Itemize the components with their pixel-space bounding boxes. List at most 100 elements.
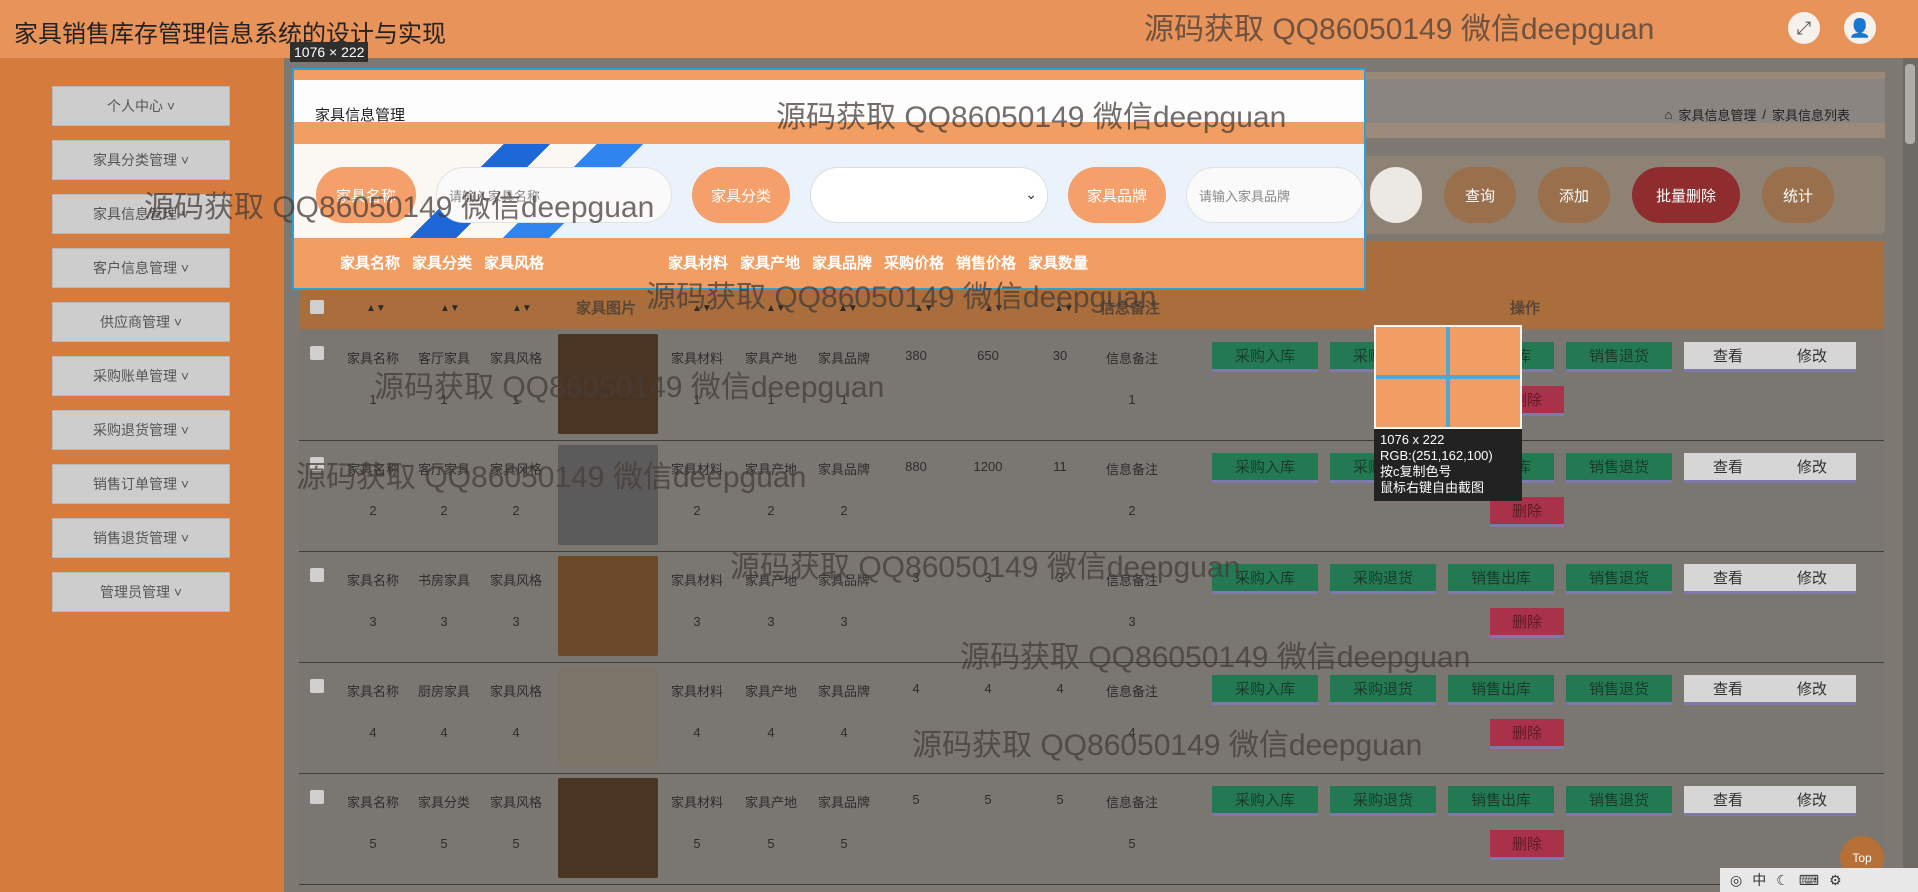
edit-button[interactable]: 修改 [1768,342,1856,372]
cell-brand-value: 1 [840,392,848,407]
sidebar-item-furniture[interactable]: 家具信息管理 ˅ [52,194,230,234]
user-icon[interactable]: 👤 [1844,12,1876,44]
cell-remark-value: 2 [1128,503,1136,518]
stats-button[interactable]: 统计 [1762,167,1834,223]
column-header-image: 家具图片 [576,300,637,317]
cell-remark-value: 3 [1128,614,1136,629]
cell-name: 家具名称 [346,795,399,810]
cell-style-value: 3 [512,614,520,629]
purchase-in-button[interactable]: 采购入库 [1212,453,1318,483]
sort-icon[interactable]: ▲▼ [984,303,1004,314]
furniture-image [558,778,658,878]
row-checkbox[interactable] [310,679,324,693]
sidebar-item-customer[interactable]: 客户信息管理 ˅ [52,248,230,288]
breadcrumb-item[interactable]: 家具信息管理 [1678,105,1756,124]
sort-icon[interactable]: ▲▼ [838,303,858,314]
sort-icon[interactable]: ▲▼ [1054,303,1074,314]
sales-out-button[interactable]: 销售出库 [1448,675,1554,705]
purchase-in-button[interactable]: 采购入库 [1212,342,1318,372]
cell-remark: 信息备注 [1105,684,1158,699]
keyboard-icon[interactable]: ⌨ [1799,872,1819,889]
sidebar-item-admin[interactable]: 管理员管理 ˅ [52,572,230,612]
sidebar-item-sales-return[interactable]: 销售退货管理 ˅ [52,518,230,558]
view-button[interactable]: 查看 [1684,564,1772,594]
home-icon[interactable]: ⌂ [1664,107,1672,122]
sales-out-button[interactable]: 销售出库 [1448,786,1554,816]
view-button[interactable]: 查看 [1684,342,1772,372]
cell-buy: 4 [912,681,920,696]
delete-button[interactable]: 删除 [1490,497,1564,527]
cell-mat: 家具材料 [670,684,723,699]
cell-brand-value: 2 [840,503,848,518]
delete-button[interactable]: 删除 [1490,830,1564,860]
row-checkbox[interactable] [310,346,324,360]
view-button[interactable]: 查看 [1684,786,1772,816]
settings-icon[interactable]: ⚙ [1829,872,1842,889]
cell-mat: 家具材料 [670,573,723,588]
sidebar-item-sales-order[interactable]: 销售订单管理 ˅ [52,464,230,504]
edit-button[interactable]: 修改 [1768,564,1856,594]
cell-style: 家具风格 [489,351,542,366]
batch-delete-button[interactable]: 批量删除 [1632,167,1740,223]
select-all-checkbox[interactable] [310,300,324,314]
sales-return-button[interactable]: 销售退货 [1566,675,1672,705]
cell-style-value: 1 [512,392,520,407]
scrollbar-thumb[interactable] [1905,64,1915,144]
purchase-in-button[interactable]: 采购入库 [1212,786,1318,816]
furniture-image [558,556,658,656]
sidebar-item-profile[interactable]: 个人中心 ˅ [52,86,230,126]
row-checkbox[interactable] [310,457,324,471]
sort-icon[interactable]: ▲▼ [512,303,532,314]
row-checkbox[interactable] [310,568,324,582]
cell-cat: 客厅家具 [417,351,470,366]
sales-return-button[interactable]: 销售退货 [1566,342,1672,372]
edit-button[interactable]: 修改 [1768,675,1856,705]
language-indicator[interactable]: 中 [1752,870,1766,890]
sidebar-item-purchase-bill[interactable]: 采购账单管理 ˅ [52,356,230,396]
cell-style-value: 4 [512,725,520,740]
fullscreen-icon[interactable]: ⤢ [1788,12,1820,44]
sidebar-item-category[interactable]: 家具分类管理 ˅ [52,140,230,180]
view-button[interactable]: 查看 [1684,453,1772,483]
edit-button[interactable]: 修改 [1768,786,1856,816]
sort-icon[interactable]: ▲▼ [766,303,786,314]
cell-cat: 厨房家具 [417,684,470,699]
purchase-return-button[interactable]: 采购退货 [1330,786,1436,816]
cell-brand: 家具品牌 [817,573,870,588]
sidebar-item-supplier[interactable]: 供应商管理 ˅ [52,302,230,342]
purchase-return-button[interactable]: 采购退货 [1330,564,1436,594]
view-button[interactable]: 查看 [1684,675,1772,705]
sales-return-button[interactable]: 销售退货 [1566,453,1672,483]
breadcrumb: ⌂ 家具信息管理 / 家具信息列表 [1664,105,1850,124]
cell-style: 家具风格 [489,795,542,810]
edit-button[interactable]: 修改 [1768,453,1856,483]
purchase-in-button[interactable]: 采购入库 [1212,564,1318,594]
cell-cat-value: 2 [440,503,448,518]
sidebar-item-purchase-return[interactable]: 采购退货管理 ˅ [52,410,230,450]
cell-mat-value: 5 [693,836,701,851]
sort-icon[interactable]: ▲▼ [440,303,460,314]
sort-icon[interactable]: ▲▼ [692,303,712,314]
sales-out-button[interactable]: 销售出库 [1448,564,1554,594]
capture-selection-border[interactable] [292,68,1366,290]
add-button[interactable]: 添加 [1538,167,1610,223]
query-button[interactable]: 查询 [1444,167,1516,223]
cell-buy: 380 [905,348,927,363]
sort-icon[interactable]: ▲▼ [914,303,934,314]
purchase-in-button[interactable]: 采购入库 [1212,675,1318,705]
sort-icon[interactable]: ▲▼ [366,303,386,314]
cell-cat: 家具分类 [417,795,470,810]
purchase-return-button[interactable]: 采购退货 [1330,675,1436,705]
cell-remark-value: 1 [1128,392,1136,407]
moon-icon[interactable]: ☾ [1776,872,1789,889]
cell-cat-value: 3 [440,614,448,629]
sales-return-button[interactable]: 销售退货 [1566,786,1672,816]
cell-style: 家具风格 [489,573,542,588]
scrollbar[interactable] [1903,58,1918,892]
delete-button[interactable]: 删除 [1490,719,1564,749]
cell-name: 家具名称 [346,351,399,366]
delete-button[interactable]: 删除 [1490,608,1564,638]
row-checkbox[interactable] [310,790,324,804]
input-method-icon[interactable]: ◎ [1730,872,1742,889]
sales-return-button[interactable]: 销售退货 [1566,564,1672,594]
